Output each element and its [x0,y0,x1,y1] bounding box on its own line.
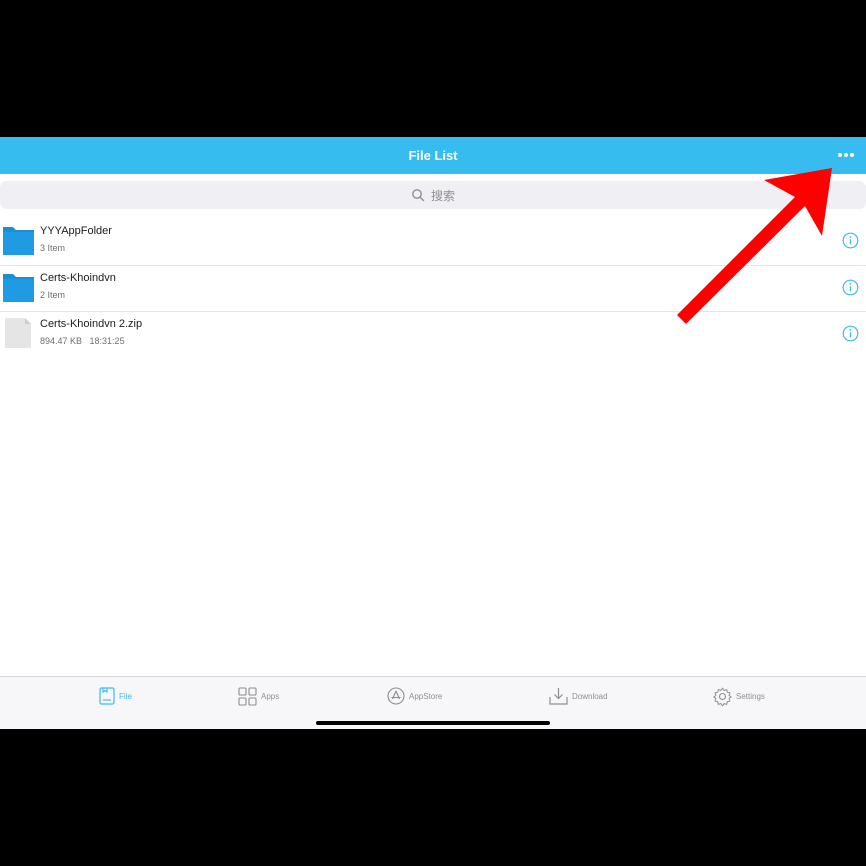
tab-apps[interactable]: Apps [238,685,279,707]
tab-label: File [119,691,132,701]
appstore-icon [387,687,405,705]
ellipsis-icon [838,153,842,157]
file-document-icon [5,318,31,348]
file-name: YYYAppFolder [40,225,112,237]
list-item[interactable]: YYYAppFolder 3 Item [0,219,866,266]
app-screen: File List 搜索 YYYAppFolder 3 Item Certs-K… [0,137,866,729]
tab-bar: File Apps AppStore Download Settings [0,676,866,729]
list-item[interactable]: Certs-Khoindvn 2 Item [0,266,866,312]
tab-label: Apps [261,691,280,701]
folder-icon [3,227,34,255]
page-title: File List [408,148,458,163]
file-icon [99,687,115,705]
file-meta: 3 Item [40,243,66,253]
file-name: Certs-Khoindvn 2.zip [40,318,143,330]
tab-label: Download [572,691,608,701]
tab-download[interactable]: Download [549,685,608,707]
ellipsis-icon [850,153,854,157]
tab-label: Settings [736,691,765,701]
download-icon [549,688,568,705]
file-list: YYYAppFolder 3 Item Certs-Khoindvn 2 Ite… [0,219,866,358]
tab-file[interactable]: File [99,685,132,707]
gear-icon [713,686,732,706]
tab-label: AppStore [409,691,443,701]
file-meta: 2 Item [40,289,66,300]
file-name: Certs-Khoindvn [40,271,116,284]
tab-settings[interactable]: Settings [713,685,765,707]
navigation-bar: File List [0,137,866,174]
home-indicator [316,721,550,725]
search-icon [412,189,425,202]
search-bar[interactable]: 搜索 [0,181,866,209]
more-button[interactable] [834,146,858,164]
file-meta: 894.47 KB 18:31:25 [40,336,125,346]
ellipsis-icon [844,153,848,157]
search-placeholder: 搜索 [430,188,455,203]
tab-appstore[interactable]: AppStore [387,685,442,707]
apps-grid-icon [238,686,257,706]
info-icon[interactable] [842,279,859,296]
info-icon[interactable] [842,232,859,249]
info-icon[interactable] [842,325,859,342]
list-item[interactable]: Certs-Khoindvn 2.zip 894.47 KB 18:31:25 [0,312,866,358]
folder-icon [3,273,34,302]
